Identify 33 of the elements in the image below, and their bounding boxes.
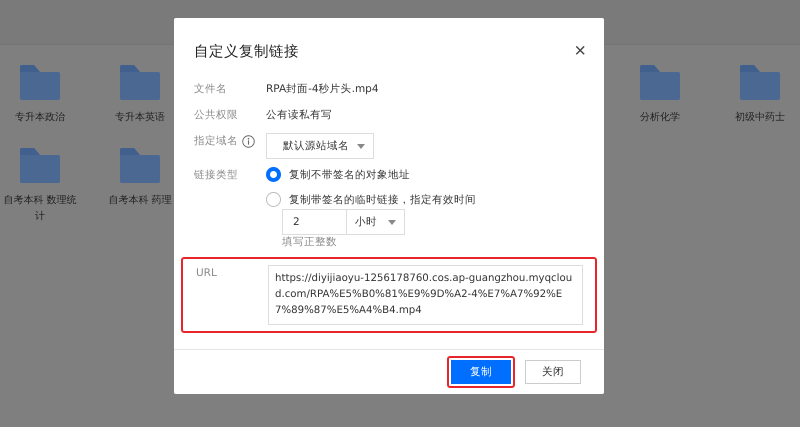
caret-icon (388, 220, 396, 224)
field-label: 公共权限 (194, 108, 239, 123)
info-icon[interactable] (242, 134, 255, 148)
folder-label[interactable]: 初级中药士 (719, 110, 800, 126)
field-label: 文件名 (194, 82, 228, 97)
folder-icon (20, 65, 60, 100)
caret-icon (357, 144, 365, 148)
copy-button[interactable]: 复制 (451, 360, 511, 384)
folder-label[interactable]: 分析化学 (619, 110, 701, 126)
domain-dropdown[interactable]: 默认源站域名 (266, 133, 374, 159)
radio-button[interactable] (266, 167, 281, 182)
hint-text: 填写正整数 (282, 235, 338, 249)
folder-icon (640, 65, 680, 100)
unit-dropdown[interactable]: 小时 (347, 209, 405, 235)
url-field[interactable]: https://diyijiaoyu-1256178760.cos.ap-guangzhou.myqcloud.com/RPA%E5%B0%81%E9%9D%A2-4%E7%A7%92%E7%89%87%E5%A4%B4.mp4 (268, 265, 583, 325)
folder-icon (120, 148, 160, 183)
folder-label[interactable]: 专升本政治 (0, 110, 81, 126)
field-label: URL (196, 266, 218, 281)
radio-button[interactable] (266, 192, 281, 207)
permission-value: 公有读私有写 (266, 108, 332, 123)
duration-field[interactable]: 2 (282, 209, 347, 235)
folder-icon (20, 148, 60, 183)
folder-icon (120, 65, 160, 100)
dialog-title: 自定义复制链接 (194, 42, 299, 60)
radio-label[interactable]: 复制不带签名的对象地址 (289, 168, 410, 182)
folder-label[interactable]: 自考本科 数理统计 (0, 193, 81, 225)
close-button[interactable]: 关闭 (525, 360, 581, 384)
folder-icon (740, 65, 780, 100)
field-label: 指定域名 (194, 134, 238, 149)
field-label: 链接类型 (194, 168, 239, 183)
close-button[interactable]: × (574, 41, 586, 61)
radio-label[interactable]: 复制带签名的临时链接，指定有效时间 (289, 192, 476, 206)
file-name: RPA封面-4秒片头.mp4 (266, 82, 379, 97)
